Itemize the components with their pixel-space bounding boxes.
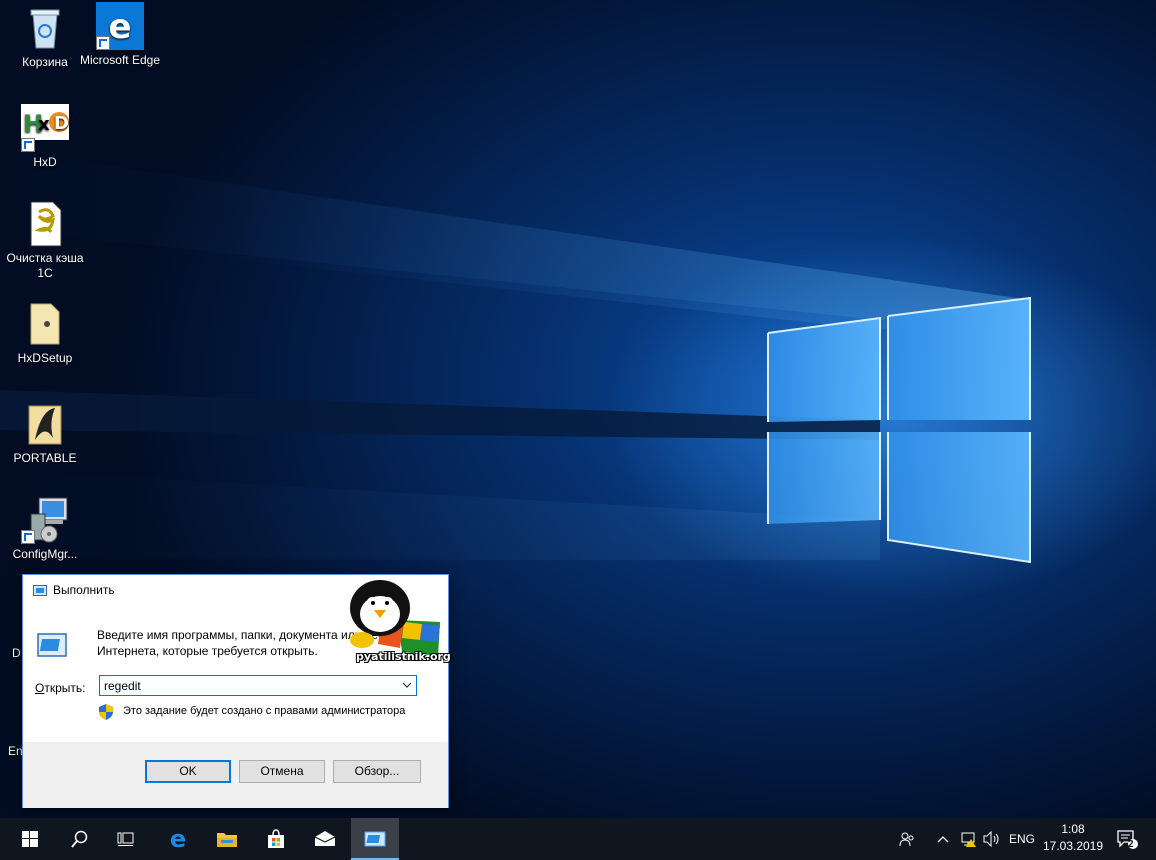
- description-line-2: Интернета, которые требуется открыть.: [97, 644, 318, 658]
- show-hidden-icons-button[interactable]: [934, 818, 952, 860]
- taskbar-file-explorer[interactable]: [203, 818, 251, 860]
- taskbar: e ENG 1:08 17.03.2019 2: [0, 818, 1156, 860]
- desktop-icon-label: Корзина: [22, 55, 68, 69]
- watermark-logo: pyatilistnik.org: [342, 578, 451, 674]
- desktop-icon-hxdsetup[interactable]: HxDSetup: [3, 300, 87, 366]
- desktop-icon-portable[interactable]: PORTABLE: [3, 400, 87, 466]
- network-warning-icon: [961, 832, 976, 847]
- task-view-button[interactable]: [102, 818, 150, 860]
- dialog-title: Выполнить: [53, 583, 115, 597]
- people-button[interactable]: [896, 818, 918, 860]
- desktop-icon-label: Очистка кэша 1С: [6, 251, 84, 280]
- search-button[interactable]: [56, 818, 104, 860]
- notifications-icon: [1117, 830, 1138, 849]
- search-icon: [71, 830, 88, 848]
- cancel-button[interactable]: Отмена: [239, 760, 325, 783]
- shortcut-arrow-icon: [21, 138, 35, 152]
- taskbar-run[interactable]: [351, 818, 399, 860]
- chevron-down-icon[interactable]: [401, 679, 413, 691]
- open-combobox[interactable]: [99, 675, 417, 696]
- taskbar-edge[interactable]: e: [154, 818, 202, 860]
- clock[interactable]: 1:08 17.03.2019: [1040, 821, 1106, 855]
- shortcut-arrow-icon: [96, 36, 110, 50]
- desktop-icon-microsoft-edge[interactable]: e Microsoft Edge: [78, 2, 162, 68]
- recycle-bin-icon: [21, 4, 69, 52]
- desktop-icon-label-cropped: En: [8, 744, 23, 758]
- clock-time: 1:08: [1061, 822, 1085, 836]
- open-label: Открыть:: [35, 681, 86, 695]
- hxd-icon: HxD: [21, 104, 69, 152]
- open-input[interactable]: [104, 678, 394, 693]
- desktop-icon-label: HxD: [33, 155, 57, 169]
- svg-text:e: e: [108, 7, 131, 47]
- action-center-button[interactable]: 2: [1114, 818, 1140, 860]
- store-icon: [268, 829, 284, 848]
- svg-text:x: x: [38, 114, 50, 135]
- notification-badge: 2: [1128, 839, 1134, 850]
- file-explorer-icon: [217, 833, 237, 847]
- penguin-logo-icon: [350, 580, 440, 656]
- people-icon: [899, 832, 914, 847]
- ok-button[interactable]: OK: [145, 760, 231, 783]
- desktop-icon-cache-cleaner[interactable]: Очистка кэша 1С: [3, 200, 87, 281]
- run-title-icon: [33, 585, 47, 596]
- run-program-icon: [37, 633, 67, 657]
- network-button[interactable]: [958, 818, 980, 860]
- watermark-text: pyatilistnik.org: [356, 650, 451, 663]
- browse-button[interactable]: Обзор...: [333, 760, 421, 783]
- volume-icon: [983, 831, 999, 847]
- run-icon: [364, 831, 386, 847]
- start-icon: [22, 831, 38, 847]
- setup-file-icon: [21, 300, 69, 348]
- dialog-description: Введите имя программы, папки, документа …: [97, 627, 410, 659]
- desktop-icon-configmgr[interactable]: ConfigMgr...: [3, 496, 87, 562]
- mail-icon: [314, 831, 336, 846]
- desktop-icon-label: PORTABLE: [13, 451, 77, 465]
- admin-note: Это задание будет создано с правами адми…: [123, 705, 406, 717]
- start-button[interactable]: [6, 818, 54, 860]
- taskbar-mail[interactable]: [301, 818, 349, 860]
- svg-text:D: D: [54, 113, 69, 134]
- edge-icon: e: [170, 828, 186, 850]
- configmgr-icon: [21, 496, 69, 544]
- chevron-up-icon: [937, 836, 949, 843]
- shortcut-arrow-icon: [21, 530, 35, 544]
- desktop-icon-label-cropped: D: [12, 646, 21, 660]
- svg-text:e: e: [170, 828, 186, 850]
- volume-button[interactable]: [982, 818, 1002, 860]
- uac-shield-icon: [99, 704, 113, 720]
- clock-date: 17.03.2019: [1042, 839, 1104, 853]
- desktop-icon-label: ConfigMgr...: [12, 547, 78, 561]
- description-line-1: Введите имя программы, папки, документа …: [97, 628, 410, 642]
- input-language-button[interactable]: ENG: [1006, 818, 1038, 860]
- desktop-icon-label: HxDSetup: [17, 351, 73, 365]
- desktop-icon-hxd[interactable]: HxD HxD: [3, 104, 87, 170]
- desktop-icon-recycle-bin[interactable]: Корзина: [3, 4, 87, 70]
- edge-icon: e: [96, 2, 144, 50]
- taskbar-store[interactable]: [252, 818, 300, 860]
- desktop-icon-label: Microsoft Edge: [79, 53, 161, 67]
- portable-folder-icon: [21, 400, 69, 448]
- script-file-icon: [21, 200, 69, 248]
- task-view-icon: [117, 832, 134, 846]
